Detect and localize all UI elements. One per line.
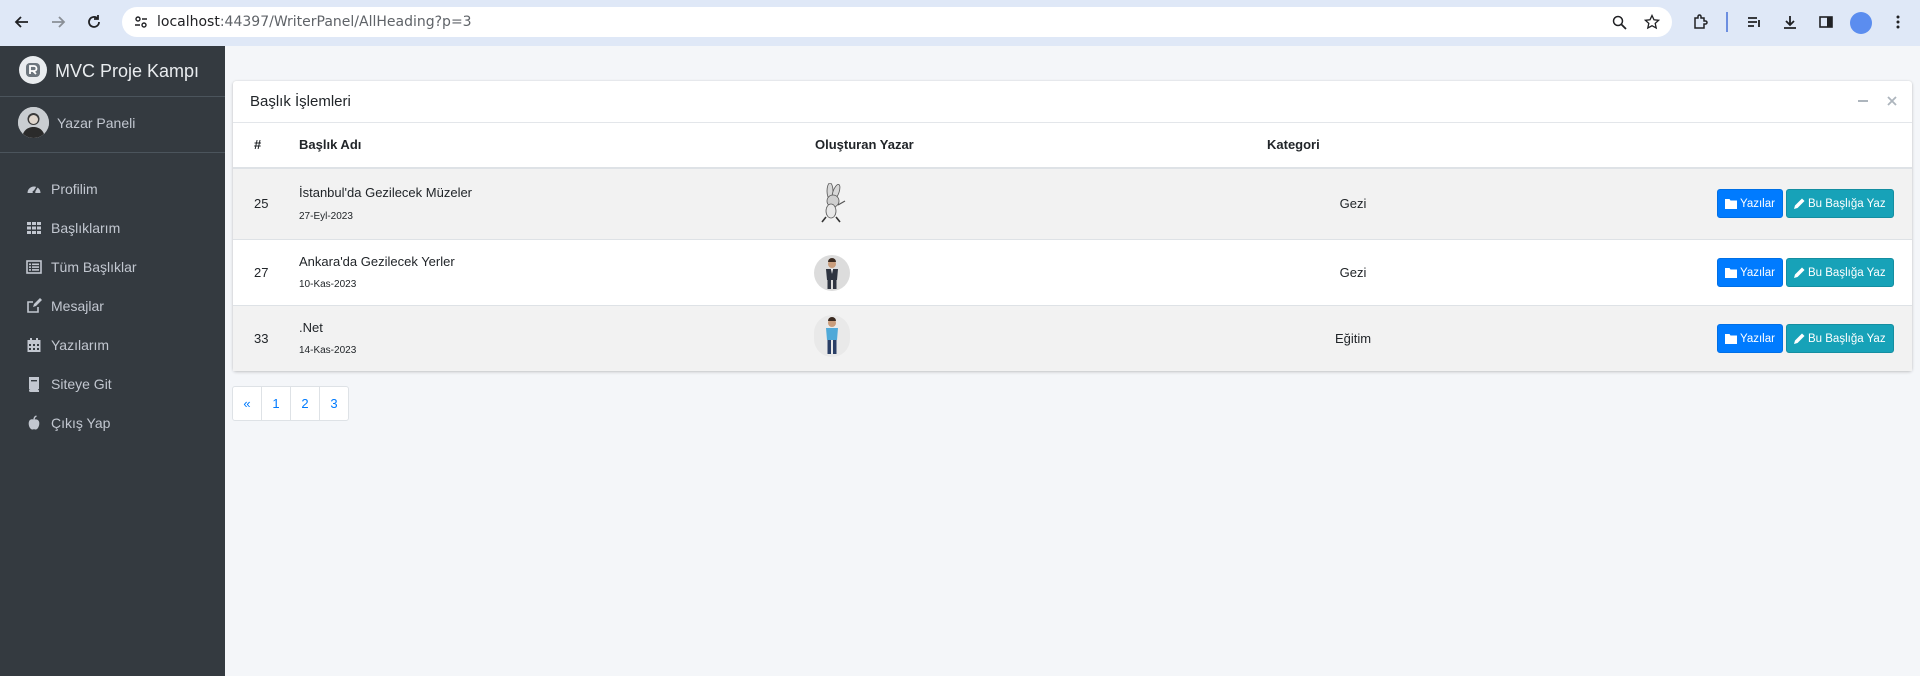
sidebar: MVC Proje Kampı Yazar Paneli Profilim Ba… bbox=[0, 46, 225, 676]
row-id: 33 bbox=[254, 331, 269, 346]
url-text: localhost:44397/WriterPanel/AllHeading?p… bbox=[157, 14, 472, 30]
row-title: .Net bbox=[299, 320, 323, 335]
url-host: localhost bbox=[157, 14, 220, 30]
page-1[interactable]: 1 bbox=[261, 386, 291, 421]
row-category: Eğitim bbox=[1334, 331, 1372, 346]
back-arrow-icon[interactable] bbox=[10, 10, 34, 34]
table-row: 27 Ankara'da Gezilecek Yerler 10-Kas-202… bbox=[233, 240, 1912, 306]
calendar-icon bbox=[25, 336, 43, 354]
sidebar-item-label: Tüm Başlıklar bbox=[51, 259, 137, 275]
close-icon[interactable] bbox=[1884, 93, 1900, 109]
sidebar-item-profilim[interactable]: Profilim bbox=[8, 171, 218, 207]
folder-icon bbox=[1725, 268, 1737, 278]
list-icon bbox=[25, 258, 43, 276]
table-row: 33 .Net 14-Kas-2023 Eğitim Yazılar Bu Ba… bbox=[233, 306, 1912, 371]
column-header-category: Kategori bbox=[1267, 137, 1320, 152]
sidebar-item-yazilarim[interactable]: Yazılarım bbox=[8, 327, 218, 363]
forward-arrow-icon[interactable] bbox=[46, 10, 70, 34]
write-to-heading-button[interactable]: Bu Başlığa Yaz bbox=[1786, 324, 1894, 353]
folder-icon bbox=[1725, 334, 1737, 344]
profile-avatar-icon[interactable] bbox=[1850, 12, 1872, 34]
dashboard-gauge-icon bbox=[25, 180, 43, 198]
sidebar-item-label: Siteye Git bbox=[51, 376, 112, 392]
user-panel[interactable]: Yazar Paneli bbox=[0, 97, 225, 153]
zoom-icon[interactable] bbox=[1610, 13, 1628, 31]
address-bar[interactable]: localhost:44397/WriterPanel/AllHeading?p… bbox=[122, 7, 1672, 37]
write-button-label: Bu Başlığa Yaz bbox=[1808, 197, 1886, 210]
reading-list-icon[interactable] bbox=[1742, 10, 1766, 34]
row-date: 10-Kas-2023 bbox=[299, 279, 357, 290]
posts-button-label: Yazılar bbox=[1740, 266, 1775, 279]
toolbar-divider bbox=[1726, 12, 1728, 32]
author-avatar bbox=[814, 315, 850, 357]
posts-button-label: Yazılar bbox=[1740, 197, 1775, 210]
pencil-icon bbox=[1794, 267, 1805, 278]
sidebar-item-label: Yazılarım bbox=[51, 337, 110, 353]
row-id: 27 bbox=[254, 265, 269, 280]
sidebar-item-tum-basliklar[interactable]: Tüm Başlıklar bbox=[8, 249, 218, 285]
user-name: Yazar Paneli bbox=[57, 115, 136, 131]
page-2[interactable]: 2 bbox=[290, 386, 320, 421]
pencil-icon bbox=[1794, 198, 1805, 209]
user-avatar bbox=[18, 107, 49, 138]
row-category: Gezi bbox=[1339, 196, 1367, 211]
apple-icon bbox=[25, 414, 43, 432]
sidebar-item-mesajlar[interactable]: Mesajlar bbox=[8, 288, 218, 324]
sidebar-item-label: Başlıklarım bbox=[51, 220, 121, 236]
folder-icon bbox=[1725, 199, 1737, 209]
posts-button-label: Yazılar bbox=[1740, 332, 1775, 345]
posts-button[interactable]: Yazılar bbox=[1717, 189, 1783, 218]
side-panel-icon[interactable] bbox=[1814, 10, 1838, 34]
table-row: 25 İstanbul'da Gezilecek Müzeler 27-Eyl-… bbox=[233, 169, 1912, 239]
page-previous[interactable]: « bbox=[232, 386, 262, 421]
row-id: 25 bbox=[254, 196, 269, 211]
sidebar-item-siteye-git[interactable]: Siteye Git bbox=[8, 366, 218, 402]
pencil-icon bbox=[1794, 333, 1805, 344]
headings-card: Başlık İşlemleri # Başlık Adı Oluşturan … bbox=[233, 81, 1912, 371]
brand-link[interactable]: MVC Proje Kampı bbox=[0, 46, 225, 97]
write-button-label: Bu Başlığa Yaz bbox=[1808, 332, 1886, 345]
brand-text: MVC Proje Kampı bbox=[55, 61, 200, 81]
posts-button[interactable]: Yazılar bbox=[1717, 324, 1783, 353]
card-title: Başlık İşlemleri bbox=[250, 93, 351, 110]
author-avatar bbox=[814, 183, 850, 223]
site-info-icon[interactable] bbox=[132, 13, 150, 31]
row-date: 14-Kas-2023 bbox=[299, 345, 357, 356]
brand-logo-icon bbox=[19, 56, 47, 84]
extensions-icon[interactable] bbox=[1688, 10, 1712, 34]
write-to-heading-button[interactable]: Bu Başlığa Yaz bbox=[1786, 258, 1894, 287]
pagination: « 1 2 3 bbox=[232, 386, 349, 421]
browser-toolbar: localhost:44397/WriterPanel/AllHeading?p… bbox=[0, 0, 1920, 46]
posts-button[interactable]: Yazılar bbox=[1717, 258, 1783, 287]
write-to-heading-button[interactable]: Bu Başlığa Yaz bbox=[1786, 189, 1894, 218]
collapse-icon[interactable] bbox=[1855, 93, 1871, 109]
column-header-author: Oluşturan Yazar bbox=[815, 137, 914, 152]
book-icon bbox=[25, 375, 43, 393]
column-header-id: # bbox=[254, 137, 262, 152]
download-icon[interactable] bbox=[1778, 10, 1802, 34]
row-date: 27-Eyl-2023 bbox=[299, 211, 353, 222]
bookmark-star-icon[interactable] bbox=[1643, 13, 1661, 31]
sidebar-item-cikis-yap[interactable]: Çıkış Yap bbox=[8, 405, 218, 441]
more-menu-icon[interactable] bbox=[1886, 10, 1910, 34]
url-path: :44397/WriterPanel/AllHeading?p=3 bbox=[219, 14, 472, 30]
sidebar-item-label: Çıkış Yap bbox=[51, 415, 111, 431]
write-button-label: Bu Başlığa Yaz bbox=[1808, 266, 1886, 279]
row-title: Ankara'da Gezilecek Yerler bbox=[299, 254, 455, 269]
card-header: Başlık İşlemleri bbox=[233, 81, 1912, 123]
row-category: Gezi bbox=[1339, 265, 1367, 280]
row-title: İstanbul'da Gezilecek Müzeler bbox=[299, 185, 473, 200]
page-3[interactable]: 3 bbox=[319, 386, 349, 421]
sidebar-item-label: Profilim bbox=[51, 181, 98, 197]
column-header-title: Başlık Adı bbox=[299, 137, 362, 152]
sidebar-item-basliklarim[interactable]: Başlıklarım bbox=[8, 210, 218, 246]
grid-icon bbox=[25, 219, 43, 237]
edit-icon bbox=[25, 297, 43, 315]
sidebar-item-label: Mesajlar bbox=[51, 298, 104, 314]
reload-icon[interactable] bbox=[82, 10, 106, 34]
author-avatar bbox=[814, 254, 850, 292]
